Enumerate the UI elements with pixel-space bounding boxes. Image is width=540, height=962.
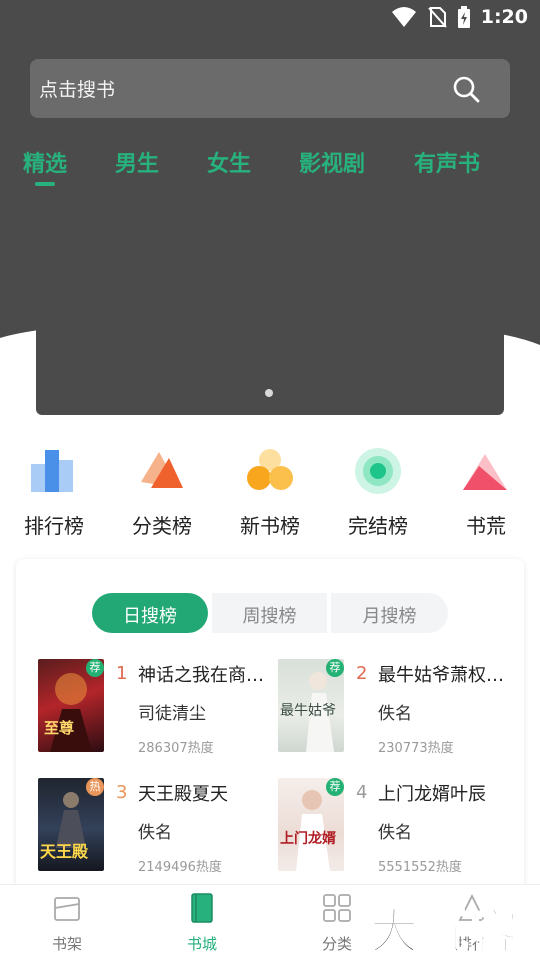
segment-label: 周搜榜	[242, 606, 297, 627]
book-title: 神话之我在商朝…	[138, 665, 276, 686]
quick-label: 完结榜	[348, 514, 408, 538]
rank-number: 4	[356, 782, 368, 803]
recommend-badge: 荐	[326, 778, 344, 796]
book-heat: 2149496热度	[138, 860, 222, 875]
bar-chart-icon	[31, 450, 73, 492]
cover-title: 上门龙婿	[280, 831, 336, 847]
search-placeholder: 点击搜书	[39, 79, 116, 101]
quick-label: 新书榜	[240, 514, 300, 538]
hot-badge: 热	[86, 778, 104, 796]
segment-label: 日搜榜	[123, 606, 177, 627]
quick-entry-ranking[interactable]: 排行榜	[9, 440, 99, 540]
bookstore-icon	[191, 893, 213, 923]
tab-audiobook[interactable]: 有声书	[414, 146, 480, 178]
new-books-icon	[247, 449, 293, 490]
nav-label: 分类	[321, 935, 352, 953]
banner-carousel[interactable]	[36, 209, 504, 415]
nav-bookstore[interactable]: 书城	[162, 893, 242, 954]
wifi-icon	[391, 7, 416, 27]
nav-category[interactable]: 分类	[297, 893, 377, 954]
ranking-book[interactable]: 最牛姑爷 荐 2 最牛姑爷萧权秦… 佚名 230773热度	[278, 659, 528, 759]
quick-entry-category[interactable]: 分类榜	[117, 440, 207, 540]
book-title: 天王殿夏天	[138, 784, 228, 805]
rank-number: 1	[116, 663, 128, 684]
nav-label: 书架	[51, 935, 82, 953]
book-author: 佚名	[378, 704, 412, 724]
battery-icon	[457, 6, 470, 28]
book-cover: 最牛姑爷 荐	[278, 659, 344, 752]
status-time: 1:20	[480, 6, 528, 28]
cover-title: 最牛姑爷	[280, 703, 336, 719]
book-author: 佚名	[138, 823, 172, 843]
no-sim-icon	[427, 7, 447, 28]
search-icon[interactable]	[452, 75, 480, 103]
status-bar: 1:20	[0, 0, 540, 36]
tab-featured[interactable]: 精选	[23, 146, 67, 178]
category-icon	[141, 452, 183, 488]
segment-monthly[interactable]: 月搜榜	[331, 593, 448, 633]
book-title: 上门龙婿叶辰	[378, 784, 486, 805]
tab-tv-drama[interactable]: 影视剧	[299, 146, 365, 178]
book-cover: 至尊 荐	[38, 659, 104, 752]
book-heat: 230773热度	[378, 741, 454, 756]
book-heat: 286307热度	[138, 741, 214, 756]
quick-entry-book-shortage[interactable]: 书荒	[441, 440, 531, 540]
quick-label: 分类榜	[132, 514, 192, 538]
quick-label: 书荒	[466, 514, 506, 538]
bookshelf-icon	[54, 897, 80, 921]
rank-number: 2	[356, 663, 368, 684]
book-shortage-icon	[463, 454, 507, 490]
book-cover: 天王殿 热	[38, 778, 104, 871]
recommend-badge: 荐	[86, 659, 104, 677]
recommend-badge: 荐	[326, 659, 344, 677]
watermark-text: 大玩客	[369, 903, 521, 961]
quick-entry-new-books[interactable]: 新书榜	[225, 440, 315, 540]
cover-title: 天王殿	[40, 842, 89, 861]
book-author: 司徒清尘	[138, 704, 206, 724]
watermark-logo: 大玩客	[369, 890, 530, 961]
search-input[interactable]: 点击搜书	[30, 59, 510, 118]
book-cover: 上门龙婿 荐	[278, 778, 344, 871]
segment-daily[interactable]: 日搜榜	[92, 593, 208, 633]
ranking-book[interactable]: 至尊 荐 1 神话之我在商朝… 司徒清尘 286307热度	[38, 659, 288, 759]
segment-label: 月搜榜	[362, 606, 417, 627]
book-title: 最牛姑爷萧权秦…	[378, 665, 516, 686]
book-author: 佚名	[378, 823, 412, 843]
carousel-dot	[265, 389, 273, 397]
tab-female[interactable]: 女生	[207, 146, 251, 178]
nav-label: 书城	[186, 935, 217, 953]
quick-entry-finished[interactable]: 完结榜	[333, 440, 423, 540]
tab-male[interactable]: 男生	[115, 146, 159, 178]
ranking-book[interactable]: 上门龙婿 荐 4 上门龙婿叶辰 佚名 5551552热度	[278, 778, 528, 878]
cover-title: 至尊	[44, 719, 75, 737]
quick-label: 排行榜	[24, 514, 84, 538]
nav-bookshelf[interactable]: 书架	[27, 893, 107, 954]
category-tabs: 精选 男生 女生 影视剧 有声书	[0, 140, 540, 190]
finished-icon	[355, 448, 401, 494]
category-grid-icon	[323, 894, 351, 922]
rank-number: 3	[116, 782, 128, 803]
segment-weekly[interactable]: 周搜榜	[212, 593, 327, 633]
ranking-book[interactable]: 天王殿 热 3 天王殿夏天 佚名 2149496热度	[38, 778, 288, 878]
book-heat: 5551552热度	[378, 860, 462, 875]
active-tab-indicator	[35, 182, 55, 186]
